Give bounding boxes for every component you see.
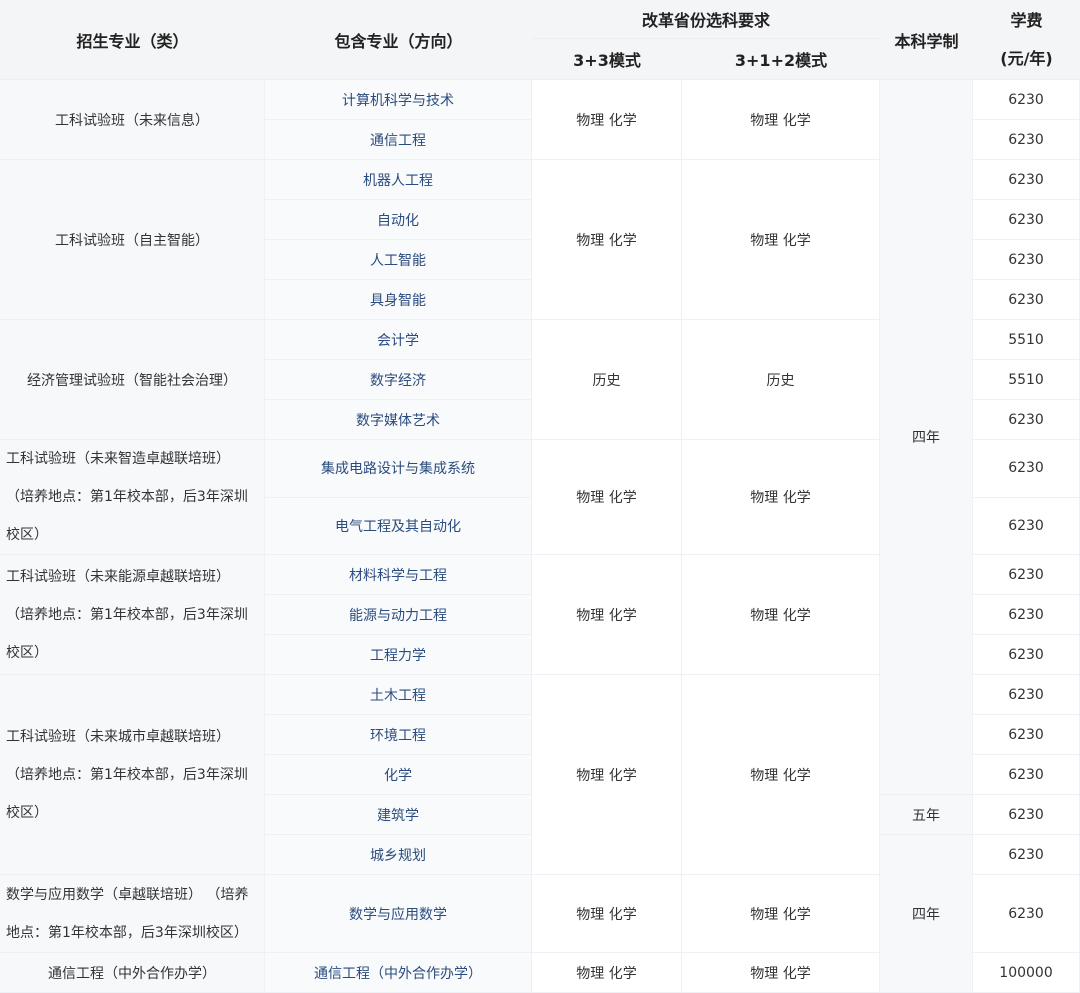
fee-cell: 6230 [973,120,1080,160]
major-cell: 具身智能 [265,280,532,320]
fee-cell: 6230 [973,755,1080,795]
req-312-cell: 物理 化学 [682,875,881,953]
major-cell: 机器人工程 [265,160,532,200]
fee-cell: 6230 [973,875,1080,953]
major-cell: 通信工程（中外合作办学） [265,953,532,993]
major-cell: 化学 [265,755,532,795]
header-includes: 包含专业（方向） [265,0,532,80]
req-33-cell: 物理 化学 [532,160,682,320]
header-fee: 学费 (元/年) [973,0,1080,80]
req-33-cell: 物理 化学 [532,875,682,953]
fee-cell: 6230 [973,675,1080,715]
header-mode-33: 3+3模式 [532,39,682,80]
fee-cell: 6230 [973,160,1080,200]
fee-cell: 6230 [973,400,1080,440]
header-mode-312: 3+1+2模式 [682,39,881,80]
major-cell: 数字媒体艺术 [265,400,532,440]
fee-cell: 5510 [973,320,1080,360]
header-duration: 本科学制 [880,0,974,80]
fee-cell: 6230 [973,440,1080,498]
fee-cell: 6230 [973,497,1080,555]
fee-cell: 5510 [973,360,1080,400]
major-cell: 环境工程 [265,715,532,755]
category-cell: 工科试验班（未来信息） [0,80,265,160]
table-body: 工科试验班（未来信息） 计算机科学与技术 物理 化学 物理 化学 四年 6230… [0,80,1080,993]
table-header: 招生专业（类） 包含专业（方向） 改革省份选科要求 本科学制 学费 (元/年) … [0,0,1080,80]
major-cell: 数学与应用数学 [265,875,532,953]
table-row: 工科试验班（未来信息） 计算机科学与技术 物理 化学 物理 化学 四年 6230 [0,80,1080,795]
category-cell: 数学与应用数学（卓越联培班） （培养地点：第1年校本部，后3年深圳校区） [0,875,265,953]
req-312-cell: 历史 [682,320,881,440]
fee-cell: 6230 [973,240,1080,280]
major-cell: 数字经济 [265,360,532,400]
req-312-cell: 物理 化学 [682,160,881,320]
req-33-cell: 物理 化学 [532,555,682,675]
fee-cell: 100000 [973,953,1080,993]
fee-cell: 6230 [973,280,1080,320]
category-cell: 工科试验班（未来城市卓越联培班） （培养地点：第1年校本部，后3年深圳校区） [0,675,265,875]
fee-cell: 6230 [973,555,1080,595]
req-312-cell: 物理 化学 [682,80,881,160]
req-33-cell: 物理 化学 [532,80,682,160]
header-fee-line2: (元/年) [1000,48,1053,68]
req-33-cell: 物理 化学 [532,675,682,875]
major-cell: 计算机科学与技术 [265,80,532,120]
major-cell: 城乡规划 [265,835,532,875]
duration-cell: 四年 [880,80,974,795]
header-category: 招生专业（类） [0,0,265,80]
fee-cell: 6230 [973,200,1080,240]
category-cell: 通信工程（中外合作办学） [0,953,265,993]
req-33-cell: 历史 [532,320,682,440]
category-cell: 经济管理试验班（智能社会治理） [0,320,265,440]
major-cell: 自动化 [265,200,532,240]
category-cell: 工科试验班（自主智能） [0,160,265,320]
major-cell: 人工智能 [265,240,532,280]
major-cell: 电气工程及其自动化 [265,497,532,555]
category-cell: 工科试验班（未来智造卓越联培班） （培养地点：第1年校本部，后3年深圳校区） [0,440,265,555]
fee-cell: 6230 [973,635,1080,675]
duration-cell: 五年 [880,795,974,835]
req-312-cell: 物理 化学 [682,675,881,875]
major-cell: 会计学 [265,320,532,360]
major-cell: 建筑学 [265,795,532,835]
req-33-cell: 物理 化学 [532,440,682,555]
category-cell: 工科试验班（未来能源卓越联培班） （培养地点：第1年校本部，后3年深圳校区） [0,555,265,675]
fee-cell: 6230 [973,715,1080,755]
admissions-table-page: 招生专业（类） 包含专业（方向） 改革省份选科要求 本科学制 学费 (元/年) … [0,0,1080,993]
admissions-table: 招生专业（类） 包含专业（方向） 改革省份选科要求 本科学制 学费 (元/年) … [0,0,1080,993]
req-33-cell: 物理 化学 [532,953,682,993]
major-cell: 土木工程 [265,675,532,715]
major-cell: 材料科学与工程 [265,555,532,595]
duration-cell: 四年 [880,835,974,993]
req-312-cell: 物理 化学 [682,953,881,993]
header-fee-line1: 学费 [1010,10,1043,30]
fee-cell: 6230 [973,595,1080,635]
fee-cell: 6230 [973,835,1080,875]
req-312-cell: 物理 化学 [682,440,881,555]
major-cell: 工程力学 [265,635,532,675]
header-requirement-group: 改革省份选科要求 [532,0,881,39]
major-cell: 能源与动力工程 [265,595,532,635]
req-312-cell: 物理 化学 [682,555,881,675]
fee-cell: 6230 [973,80,1080,120]
major-cell: 集成电路设计与集成系统 [265,440,532,498]
fee-cell: 6230 [973,795,1080,835]
major-cell: 通信工程 [265,120,532,160]
